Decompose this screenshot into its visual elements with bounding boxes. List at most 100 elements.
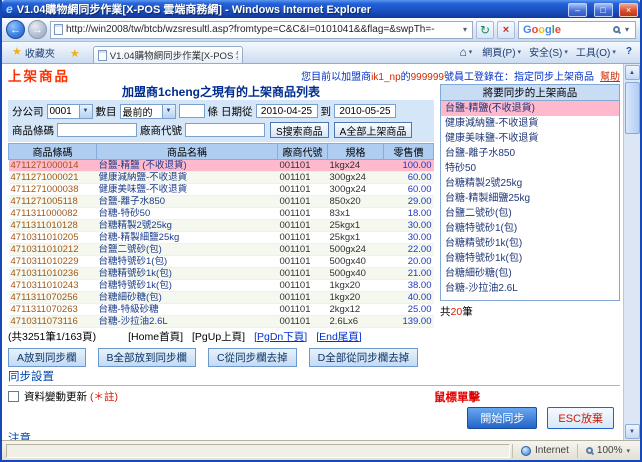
zoom-magnifier-icon	[586, 447, 593, 454]
favorites-button[interactable]: ★ 收藏夾	[6, 42, 61, 63]
toolbar-menu-item[interactable]: 工具(O)▾	[572, 42, 620, 61]
action-button[interactable]: D全部從同步欄去掉	[309, 348, 419, 367]
maximize-button[interactable]: □	[594, 3, 613, 17]
toolbar-menu-item[interactable]: 安全(S)▾	[525, 42, 572, 61]
count-input[interactable]	[179, 104, 205, 118]
sync-list-item[interactable]: 台鹽-精鹽(不收退貨)	[441, 101, 619, 116]
sync-list-item[interactable]: 台糖-沙拉油2.6L	[441, 281, 619, 296]
cell-spec: 1kgx24	[328, 160, 384, 172]
titlebar[interactable]: e V1.04購物網同步作業[X-POS 雲端商務網] - Windows In…	[2, 0, 640, 18]
zoom-control[interactable]: 100% ▾	[577, 444, 638, 458]
count-label: 數目	[96, 104, 117, 119]
table-row[interactable]: 4711271005118台鹽-離子水850001101850x2029.00	[9, 196, 434, 208]
scroll-up-button[interactable]: ▲	[625, 65, 640, 80]
forward-button[interactable]: →	[28, 20, 47, 39]
toolbar-menu-item[interactable]: 網頁(P)▾	[478, 42, 525, 61]
search-magnifier-icon[interactable]	[613, 26, 620, 33]
sync-list-item[interactable]: 台糖精製2號25kg	[441, 176, 619, 191]
cell-name: 台糖精製2號25kg	[97, 220, 278, 232]
pagination-end[interactable]: [End尾頁]	[316, 329, 362, 344]
tab-favicon	[98, 50, 107, 61]
sync-list-item[interactable]: 特砂50	[441, 161, 619, 176]
vertical-scrollbar[interactable]: ▲ ▼	[623, 64, 640, 440]
date-to-input[interactable]: 2010-05-25	[334, 104, 396, 118]
table-row[interactable]: 4711271000014台鹽-精鹽 (不收退貨)0011011kgx24100…	[9, 160, 434, 172]
status-message-area	[6, 444, 510, 458]
cell-price: 30.00	[384, 232, 434, 244]
action-button[interactable]: A放到同步欄	[8, 348, 86, 367]
address-bar: ← → http://win2008/tw/btcb/wzsresultl.as…	[2, 18, 640, 42]
sync-list-item[interactable]: 台糖特號砂1k(包)	[441, 251, 619, 266]
sync-count-prefix: 共	[440, 306, 451, 318]
scroll-thumb[interactable]	[625, 82, 640, 134]
sync-list-item[interactable]: 健康美味鹽-不收退貨	[441, 131, 619, 146]
table-row[interactable]: 4710311010243台糖特號砂1k(包)0011011kgx2038.00	[9, 280, 434, 292]
cell-barcode: 4710311010229	[9, 256, 97, 268]
data-update-checkbox[interactable]	[8, 391, 19, 402]
action-button[interactable]: C從同步欄去掉	[208, 348, 297, 367]
favorites-label: 收藏夾	[25, 45, 55, 60]
count-select[interactable]: 最前的 ▼	[120, 104, 176, 119]
sync-list-item[interactable]: 台糖精號砂1k(包)	[441, 236, 619, 251]
cell-name: 台糖精號砂1k(包)	[97, 268, 278, 280]
barcode-input[interactable]	[57, 123, 137, 137]
sync-list-item[interactable]: 台糖-精製細鹽25kg	[441, 191, 619, 206]
help-button[interactable]: ?	[622, 44, 636, 59]
cell-price: 139.00	[384, 316, 434, 328]
home-button[interactable]: ⌂ ▾	[455, 44, 476, 60]
sync-list-item[interactable]: 健康減納鹽-不收退貨	[441, 116, 619, 131]
page-icon	[54, 24, 63, 35]
all-products-button[interactable]: A全部上架商品	[334, 122, 413, 138]
cell-vendor: 001101	[278, 280, 328, 292]
cell-vendor: 001101	[278, 184, 328, 196]
table-row[interactable]: 4710311010205台糖-精製細鹽25kg00110125kgx130.0…	[9, 232, 434, 244]
table-row[interactable]: 4711311000082台糖-特砂5000110183x118.00	[9, 208, 434, 220]
table-row[interactable]: 4710311010236台糖精號砂1k(包)001101500gx4021.0…	[9, 268, 434, 280]
pagination-pgdn[interactable]: [PgDn下頁]	[254, 329, 307, 344]
search-box[interactable]: Google ▾	[518, 21, 636, 39]
sync-list-item[interactable]: 台鹽-離子水850	[441, 146, 619, 161]
action-button[interactable]: B全部放到同步欄	[98, 348, 197, 367]
scroll-down-button[interactable]: ▼	[625, 424, 640, 439]
refresh-button[interactable]: ↻	[476, 21, 494, 39]
search-dropdown-icon[interactable]: ▾	[623, 25, 631, 34]
add-favorite-button[interactable]: ★	[64, 46, 86, 63]
cell-spec: 850x20	[328, 196, 384, 208]
vendor-input[interactable]	[185, 123, 265, 137]
close-button[interactable]: ×	[619, 3, 638, 17]
sync-list-item[interactable]: 台糖特號砂1(包)	[441, 221, 619, 236]
table-row[interactable]: 4710311010212台鹽二號砂(包)001101500gx2422.00	[9, 244, 434, 256]
sync-list-item[interactable]: 台糖細砂糖(包)	[441, 266, 619, 281]
date-from-input[interactable]: 2010-04-25	[256, 104, 318, 118]
branch-select[interactable]: 0001 ▼	[47, 104, 93, 119]
cell-barcode: 4710311010243	[9, 280, 97, 292]
table-row[interactable]: 4711311070263台糖-特級砂糖0011012kgx1225.00	[9, 304, 434, 316]
cell-barcode: 4711271000014	[9, 160, 97, 172]
help-link[interactable]: 幫助	[600, 72, 620, 83]
cell-spec: 1kgx20	[328, 280, 384, 292]
page-content: 上架商品 您目前以加盟商ik1_np的999999號員工登錄在：指定同步上架商品…	[2, 64, 623, 440]
tab-toolbar: ★ 收藏夾 ★ V1.04購物網同步作業[X-POS 雲端商務網] - Wind…	[2, 42, 640, 64]
minimize-button[interactable]: –	[568, 3, 587, 17]
table-row[interactable]: 4711271000038健康美味鹽-不收退貨001101300gx2460.0…	[9, 184, 434, 196]
sync-list-item[interactable]: 台鹽二號砂(包)	[441, 206, 619, 221]
stop-button[interactable]: ×	[497, 21, 515, 39]
table-row[interactable]: 4710311073116台糖-沙拉油2.6L0011012.6Lx6139.0…	[9, 316, 434, 328]
start-sync-button[interactable]: 開始同步	[467, 407, 537, 429]
address-field[interactable]: http://win2008/tw/btcb/wzsresultl.asp?fr…	[50, 21, 473, 39]
login-info: 您目前以加盟商ik1_np的999999號員工登錄在：指定同步上架商品幫助	[301, 68, 620, 83]
back-button[interactable]: ←	[6, 20, 25, 39]
table-row[interactable]: 4711271000021健康減納鹽-不收退貨001101300gx2460.0…	[9, 172, 434, 184]
table-row[interactable]: 4711311010128台糖精製2號25kg00110125kgx130.00	[9, 220, 434, 232]
table-row[interactable]: 4710311010229台糖特號砂1(包)001101500gx4020.00	[9, 256, 434, 268]
filter-box: 分公司 0001 ▼ 數目 最前的 ▼ 條	[8, 100, 434, 142]
product-list-area: 加盟商1cheng之現有的上架商品列表 分公司 0001 ▼ 數目 最前的	[8, 84, 434, 344]
sync-settings-section: 同步設置 資料變動更新 (＊註) 鼠標單擊 開始同步 ESC放棄	[8, 371, 620, 429]
address-dropdown-icon[interactable]: ▾	[461, 25, 469, 34]
chevron-down-icon: ▾	[469, 48, 473, 56]
browser-tab[interactable]: V1.04購物網同步作業[X-POS 雲端商務網] - Windows Inte…	[93, 46, 243, 63]
sync-panel-title: 將要同步的上架商品	[440, 84, 620, 101]
table-row[interactable]: 4711311070256台糖細砂糖(包)0011011kgx2040.00	[9, 292, 434, 304]
search-products-button[interactable]: S搜索商品	[270, 122, 329, 138]
esc-cancel-button[interactable]: ESC放棄	[547, 407, 614, 429]
